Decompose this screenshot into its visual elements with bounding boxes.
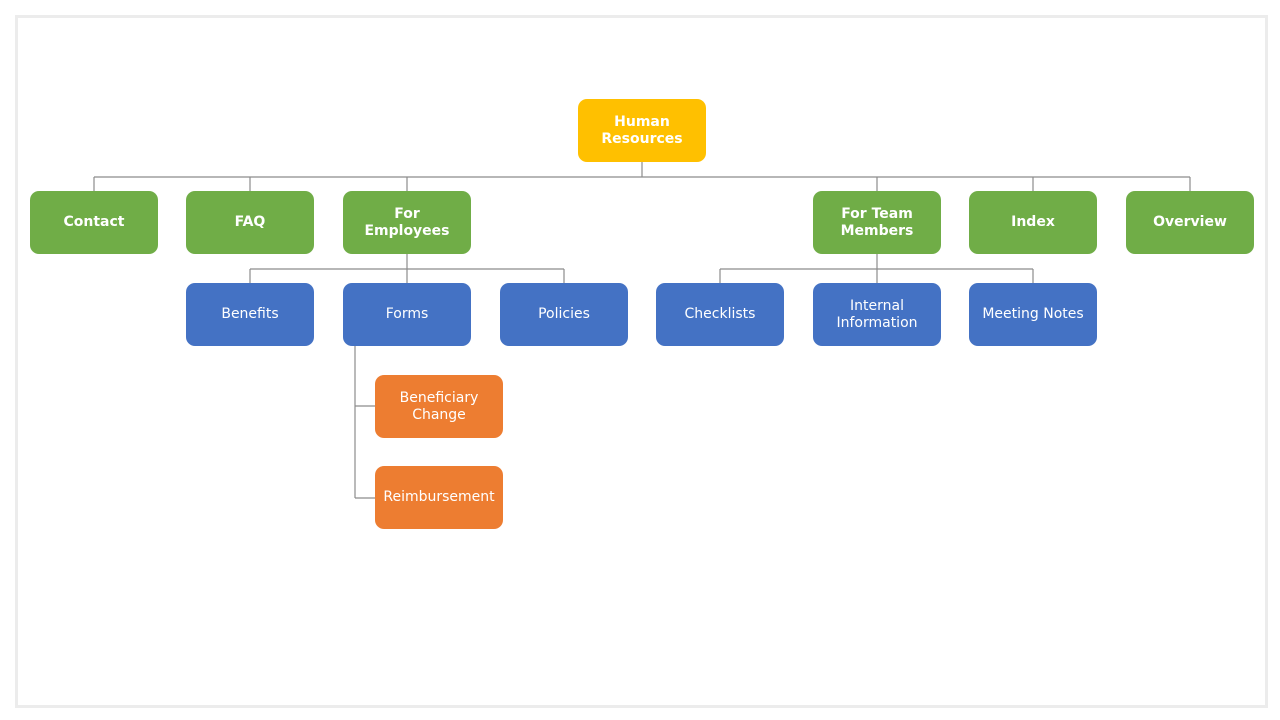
node-forms[interactable]: Forms (343, 283, 471, 346)
node-label: Human Resources (601, 113, 683, 147)
node-label: Index (1011, 214, 1055, 230)
node-label: Internal Information (836, 297, 918, 331)
node-label: Beneficiary Change (399, 389, 479, 423)
node-checklists[interactable]: Checklists (656, 283, 784, 346)
node-label: Forms (385, 306, 429, 322)
node-overview[interactable]: Overview (1126, 191, 1254, 254)
node-for-team-members[interactable]: For Team Members (813, 191, 941, 254)
node-reimbursement[interactable]: Reimbursement (375, 466, 503, 529)
node-label: For Employees (364, 205, 450, 239)
node-label: Reimbursement (383, 489, 495, 505)
node-for-employees[interactable]: For Employees (343, 191, 471, 254)
node-label: Checklists (684, 306, 756, 322)
node-label: Policies (538, 306, 590, 322)
node-label: FAQ (234, 214, 266, 230)
node-policies[interactable]: Policies (500, 283, 628, 346)
node-label: Meeting Notes (982, 306, 1084, 322)
node-label: For Team Members (840, 205, 914, 239)
node-meeting-notes[interactable]: Meeting Notes (969, 283, 1097, 346)
node-benefits[interactable]: Benefits (186, 283, 314, 346)
node-label: Contact (63, 214, 125, 230)
node-label: Overview (1153, 214, 1227, 230)
node-contact[interactable]: Contact (30, 191, 158, 254)
node-internal-information[interactable]: Internal Information (813, 283, 941, 346)
node-beneficiary-change[interactable]: Beneficiary Change (375, 375, 503, 438)
node-faq[interactable]: FAQ (186, 191, 314, 254)
node-label: Benefits (221, 306, 279, 322)
node-human-resources[interactable]: Human Resources (578, 99, 706, 162)
node-index[interactable]: Index (969, 191, 1097, 254)
